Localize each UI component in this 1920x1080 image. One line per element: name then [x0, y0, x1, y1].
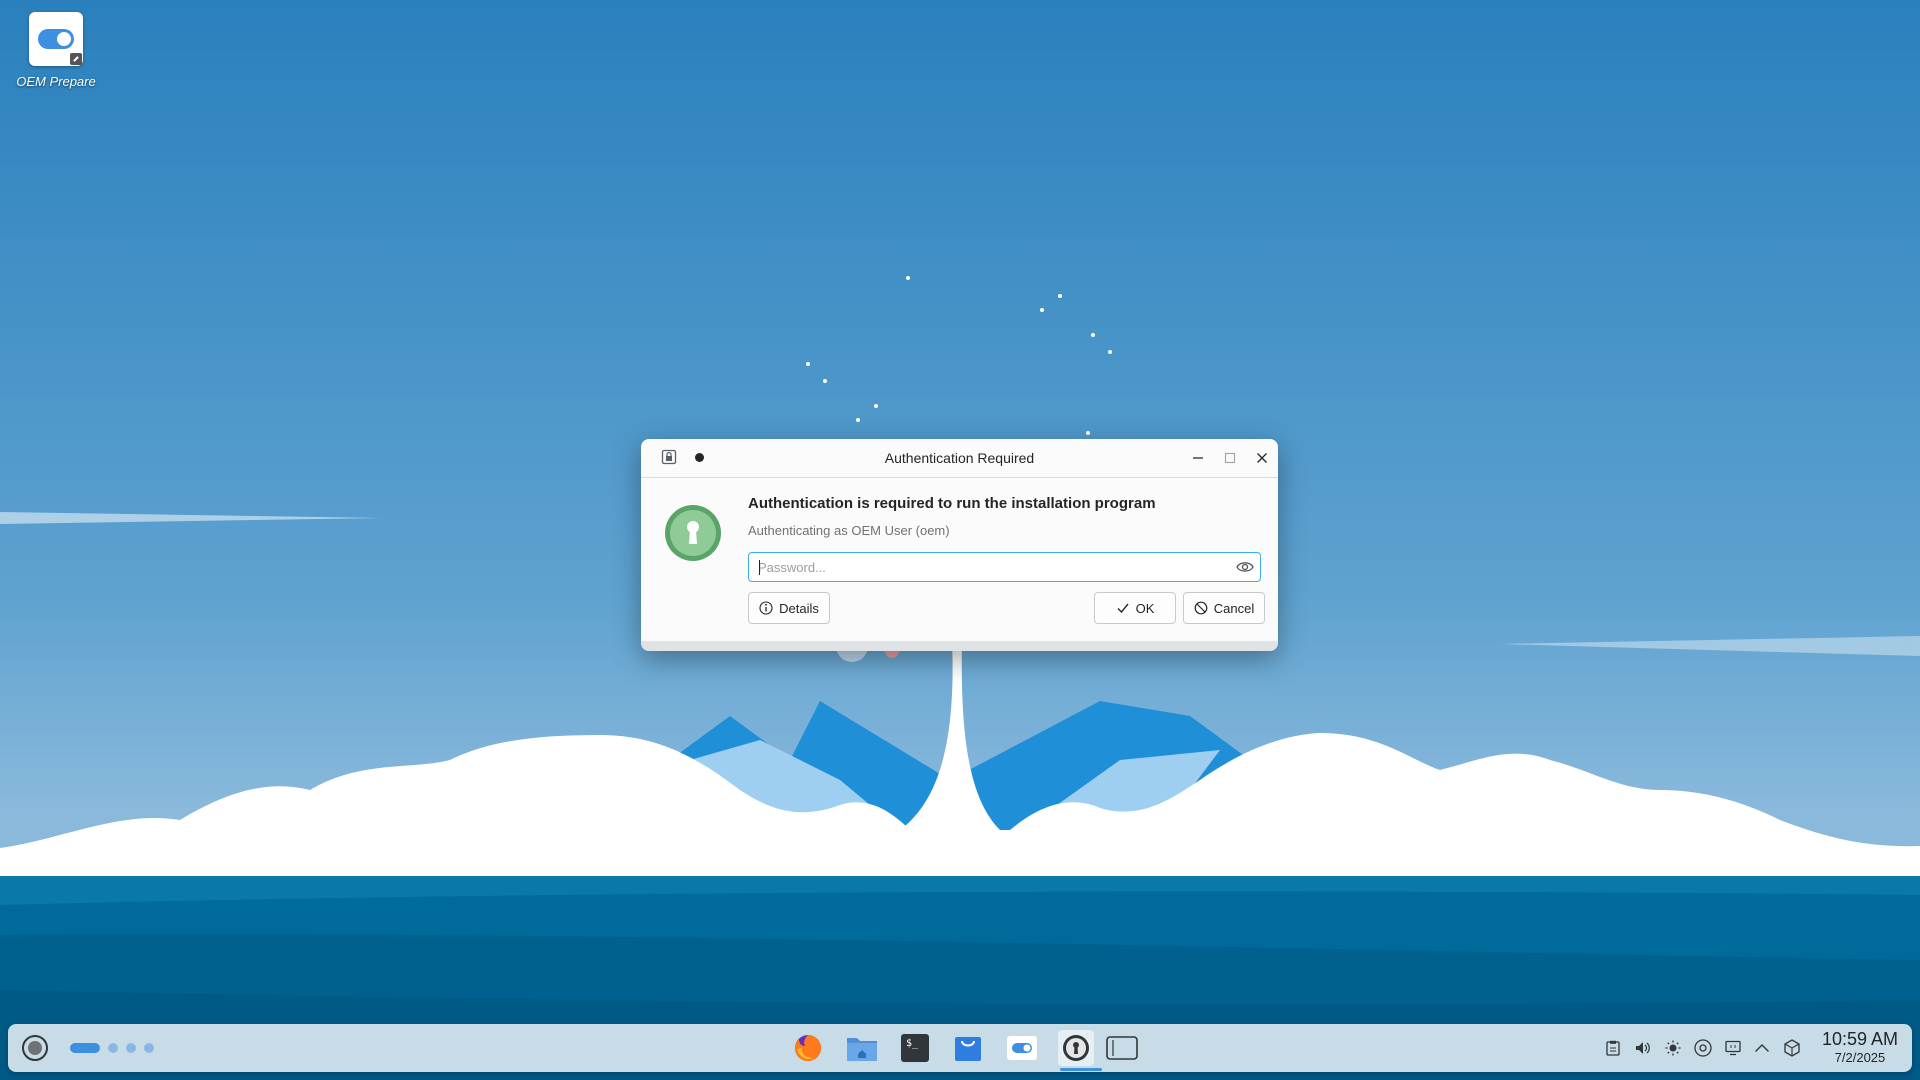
disk-icon [1694, 1039, 1712, 1057]
desktop-2-indicator[interactable] [108, 1043, 118, 1053]
maximize-button[interactable] [1219, 447, 1241, 469]
password-field[interactable] [748, 552, 1261, 582]
task-authentication-dialog[interactable] [1058, 1030, 1102, 1071]
volume-tray-button[interactable] [1633, 1038, 1653, 1058]
cancel-button[interactable]: Cancel [1183, 592, 1265, 624]
authenticating-user-text: Authenticating as OEM User (oem) [748, 523, 950, 538]
window-title: Authentication Required [884, 450, 1035, 466]
clock-date: 7/2/2025 [1834, 1050, 1886, 1065]
terminal-icon: $_ [901, 1034, 929, 1062]
clipboard-tray-button[interactable] [1603, 1038, 1623, 1058]
task-terminal[interactable]: $_ [897, 1030, 933, 1066]
disk-tray-button[interactable] [1693, 1038, 1713, 1058]
checkmark-icon [1117, 603, 1129, 614]
desktop-icon-oem-prepare[interactable]: OEM Prepare [16, 12, 96, 89]
task-discover[interactable] [950, 1030, 986, 1066]
brightness-icon [1665, 1040, 1681, 1056]
authentication-keyhole-icon [665, 505, 721, 561]
volume-icon [1636, 1042, 1650, 1054]
toggle-switch-icon [38, 29, 74, 49]
virtual-desktop-pager[interactable] [70, 1043, 154, 1053]
dialog-heading: Authentication is required to run the in… [748, 495, 1156, 512]
shortcut-arrow-icon [70, 53, 82, 65]
show-desktop-button[interactable] [1104, 1030, 1140, 1066]
info-icon [759, 601, 773, 615]
display-icon [1725, 1040, 1741, 1056]
desktop-3-indicator[interactable] [126, 1043, 136, 1053]
task-firefox[interactable] [790, 1030, 826, 1066]
details-button[interactable]: Details [748, 592, 830, 624]
close-button[interactable] [1251, 447, 1273, 469]
maximize-icon [1224, 452, 1236, 464]
clipboard-icon [1606, 1040, 1620, 1056]
cancel-button-label: Cancel [1213, 600, 1255, 616]
desktop-4-indicator[interactable] [144, 1043, 154, 1053]
oem-prepare-icon [29, 12, 83, 66]
expand-tray-icon [1755, 1044, 1769, 1052]
password-input[interactable] [758, 553, 1228, 581]
terminal-glyph: $_ [906, 1038, 919, 1049]
oem-prepare-icon [1007, 1036, 1037, 1060]
digital-clock[interactable]: 10:59 AM 7/2/2025 [1822, 1028, 1898, 1066]
clock-time: 10:59 AM [1821, 1029, 1898, 1049]
brightness-tray-button[interactable] [1663, 1038, 1683, 1058]
close-icon [1257, 453, 1267, 463]
minimize-icon [1193, 457, 1203, 459]
task-home-folder[interactable] [844, 1030, 880, 1066]
cancel-icon [1194, 601, 1208, 615]
discover-store-icon [955, 1037, 981, 1061]
task-oem-prepare[interactable] [1004, 1030, 1040, 1066]
authentication-dialog: Authentication Required Authentication i… [641, 439, 1278, 651]
details-button-label: Details [779, 600, 819, 616]
network-tray-button[interactable] [1782, 1038, 1802, 1058]
show-password-eye-icon[interactable] [1236, 560, 1254, 574]
ok-button[interactable]: OK [1094, 592, 1176, 624]
desktop-icon-label: OEM Prepare [16, 74, 96, 89]
desktop-1-indicator[interactable] [70, 1043, 100, 1053]
expand-tray-button[interactable] [1752, 1038, 1772, 1058]
taskbar-panel: $_ 10:59 AM 7/2/2025 [8, 1024, 1912, 1072]
minimize-button[interactable] [1187, 447, 1209, 469]
home-folder-icon [847, 1038, 877, 1061]
display-tray-button[interactable] [1723, 1038, 1743, 1058]
text-cursor [759, 560, 760, 575]
dialog-titlebar[interactable]: Authentication Required [641, 439, 1278, 478]
dialog-footer-strip [641, 641, 1278, 651]
application-launcher-button[interactable] [22, 1035, 48, 1061]
ok-button-label: OK [1135, 600, 1155, 616]
network-icon [1784, 1039, 1800, 1057]
show-desktop-icon [1106, 1036, 1138, 1060]
authentication-icon [1063, 1035, 1089, 1061]
firefox-icon [795, 1035, 821, 1061]
